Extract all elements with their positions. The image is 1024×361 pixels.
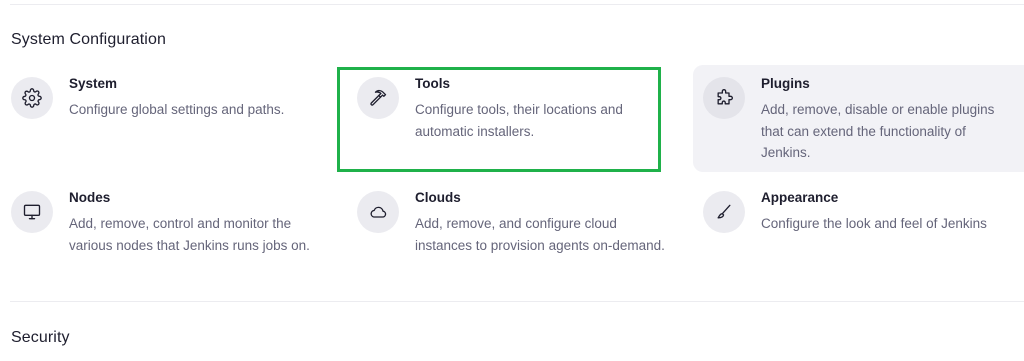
manage-jenkins-page: System Configuration System Configure gl…	[0, 0, 1024, 361]
appearance-card-description: Configure the look and feel of Jenkins	[761, 216, 987, 231]
top-divider	[10, 4, 1024, 5]
section-divider	[10, 301, 1024, 302]
tools-card[interactable]: Tools Configure tools, their locations a…	[357, 65, 657, 165]
system-card-description: Configure global settings and paths.	[69, 102, 285, 117]
plugins-card-title: Plugins	[761, 76, 810, 91]
nodes-card-title: Nodes	[69, 190, 111, 205]
nodes-card[interactable]: Nodes Add, remove, control and monitor t…	[11, 179, 331, 279]
gear-icon	[11, 77, 53, 119]
tools-card-description: Configure tools, their locations and aut…	[415, 102, 623, 139]
clouds-card-description: Add, remove, and configure cloud instanc…	[415, 216, 665, 253]
nodes-card-description: Add, remove, control and monitor the var…	[69, 216, 310, 253]
system-card[interactable]: System Configure global settings and pat…	[11, 65, 331, 165]
appearance-card[interactable]: Appearance Configure the look and feel o…	[693, 179, 1024, 279]
system-card-title: System	[69, 76, 118, 91]
appearance-card-title: Appearance	[761, 190, 839, 205]
tools-card-title: Tools	[415, 76, 450, 91]
puzzle-icon	[703, 77, 745, 119]
monitor-icon	[11, 191, 53, 233]
clouds-card-title: Clouds	[415, 190, 461, 205]
plugins-card[interactable]: Plugins Add, remove, disable or enable p…	[693, 65, 1024, 172]
clouds-card[interactable]: Clouds Add, remove, and configure cloud …	[357, 179, 665, 279]
cloud-icon	[357, 191, 399, 233]
hammer-icon	[357, 77, 399, 119]
section-title-system-configuration: System Configuration	[11, 31, 166, 48]
section-title-security: Security	[11, 329, 70, 346]
brush-icon	[703, 191, 745, 233]
plugins-card-description: Add, remove, disable or enable plugins t…	[761, 102, 995, 160]
